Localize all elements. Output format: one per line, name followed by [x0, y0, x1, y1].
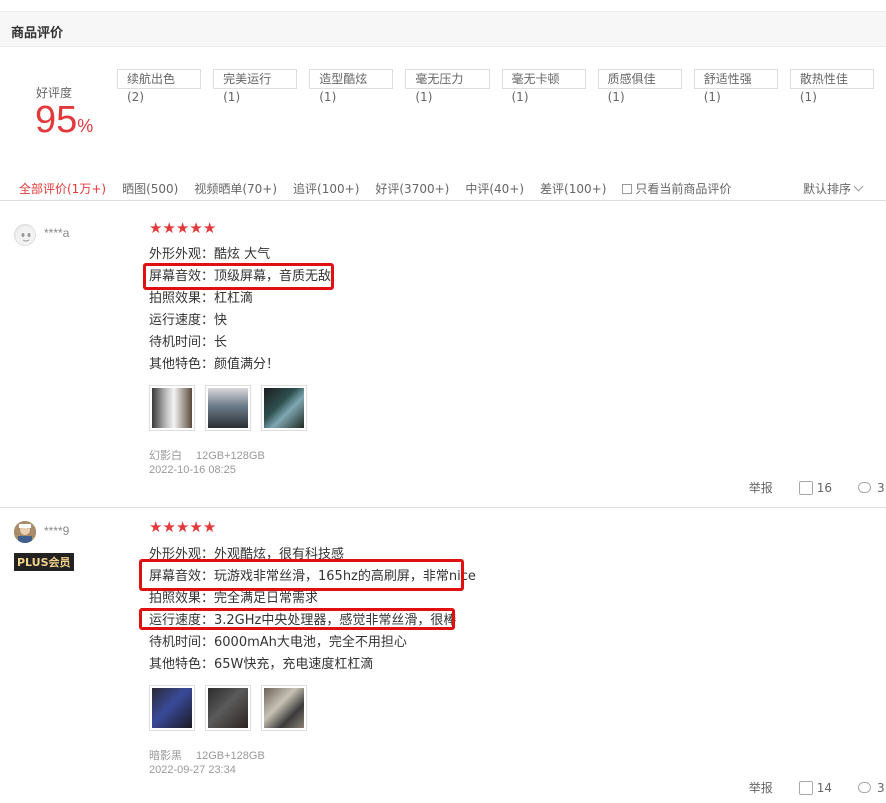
- review-photo[interactable]: [149, 685, 195, 731]
- only-current-label: 只看当前商品评价: [635, 182, 732, 196]
- review-line: 运行速度：快: [149, 313, 228, 328]
- comment-icon: [858, 482, 871, 493]
- highlight-box: [139, 608, 455, 630]
- comment-button[interactable]: 3: [858, 481, 886, 495]
- variant-color: 暗影黑: [149, 750, 182, 762]
- chevron-down-icon: [853, 181, 864, 192]
- star-icon: ★: [189, 518, 203, 536]
- review-date: 2022-09-27 23:34: [149, 764, 236, 776]
- review-item: ****a ★ ★ ★ ★ ★ 外形外观：酷炫 大气 屏幕音效：顶级屏幕，音质无敌 拍照…: [0, 202, 886, 508]
- photo-list: [149, 385, 317, 431]
- photo-list: [149, 685, 317, 731]
- comment-count: 3: [877, 780, 885, 795]
- star-icon: ★: [149, 518, 163, 536]
- review-photo[interactable]: [205, 685, 251, 731]
- tag[interactable]: 毫无压力(1): [405, 69, 490, 104]
- comment-icon: [858, 782, 871, 793]
- review-photo[interactable]: [205, 385, 251, 431]
- star-rating: ★ ★ ★ ★ ★: [149, 221, 216, 236]
- review-date: 2022-10-16 08:25: [149, 464, 236, 476]
- like-count: 14: [816, 780, 832, 795]
- plus-member-badge: PLUS会员: [14, 553, 74, 571]
- filter-videos[interactable]: 视频晒单(70+): [194, 180, 277, 197]
- tag-list: 续航出色(2) 完美运行(1) 造型酷炫(1) 毫无压力(1) 毫无卡顿(1) …: [117, 69, 886, 104]
- review-photo[interactable]: [149, 385, 195, 431]
- star-rating: ★ ★ ★ ★ ★: [149, 520, 216, 535]
- filter-photos[interactable]: 晒图(500): [122, 180, 178, 197]
- sort-label: 默认排序: [802, 182, 851, 196]
- checkbox-icon[interactable]: [622, 183, 633, 194]
- star-icon: ★: [202, 518, 217, 536]
- avatar[interactable]: [14, 521, 36, 543]
- filter-negative[interactable]: 差评(100+): [540, 180, 606, 197]
- review-line: 其他特色：65W快充，充电速度杠杠滴: [149, 657, 374, 672]
- only-current-checkbox[interactable]: 只看当前商品评价: [622, 180, 731, 197]
- variant-spec: 12GB+128GB: [196, 450, 265, 462]
- star-icon: ★: [175, 219, 190, 237]
- review-actions: 举报 16 3: [749, 479, 886, 496]
- like-count: 16: [816, 480, 832, 495]
- variant-color: 幻影白: [149, 450, 182, 462]
- tag[interactable]: 质感俱佳(1): [597, 69, 682, 104]
- review-line: 待机时间：6000mAh大电池，完全不用担心: [149, 635, 407, 650]
- star-icon: ★: [149, 219, 163, 237]
- star-icon: ★: [162, 219, 176, 237]
- product-variant: 幻影白 12GB+128GB: [149, 447, 265, 463]
- rating-unit: %: [77, 116, 94, 136]
- filter-followup[interactable]: 追评(100+): [293, 180, 359, 197]
- star-icon: ★: [162, 518, 176, 536]
- report-link[interactable]: 举报: [749, 779, 773, 796]
- thumbs-up-icon: [798, 480, 813, 495]
- tag[interactable]: 续航出色(2): [117, 69, 202, 104]
- star-icon: ★: [189, 219, 203, 237]
- filter-all[interactable]: 全部评价(1万+): [19, 180, 106, 197]
- rating-value: 95%: [35, 100, 93, 146]
- thumbs-up-icon: [798, 780, 813, 795]
- review-line: 待机时间：长: [149, 335, 228, 350]
- review-line: 拍照效果：完全满足日常需求: [149, 591, 319, 606]
- review-item: ****9 PLUS会员 ★ ★ ★ ★ ★ 外形外观：外观酷炫，很有科技感 屏幕音效：…: [0, 509, 886, 803]
- username: ****9: [44, 524, 70, 538]
- review-photo[interactable]: [261, 685, 307, 731]
- variant-spec: 12GB+128GB: [196, 750, 265, 762]
- like-button[interactable]: 14: [798, 780, 832, 795]
- sort-dropdown[interactable]: 默认排序: [802, 180, 864, 197]
- product-variant: 暗影黑 12GB+128GB: [149, 747, 265, 763]
- filter-neutral[interactable]: 中评(40+): [465, 180, 524, 197]
- tag[interactable]: 造型酷炫(1): [309, 69, 394, 104]
- comment-count: 3: [877, 480, 885, 495]
- tag[interactable]: 散热性佳(1): [789, 69, 874, 104]
- rating-number: 95: [35, 99, 78, 141]
- review-actions: 举报 14 3: [749, 779, 886, 796]
- tag[interactable]: 舒适性强(1): [693, 69, 778, 104]
- tag[interactable]: 毫无卡顿(1): [501, 69, 586, 104]
- username: ****a: [44, 226, 70, 240]
- like-button[interactable]: 16: [798, 480, 832, 495]
- section-title: 商品评价: [11, 26, 64, 41]
- tag[interactable]: 完美运行(1): [213, 69, 298, 104]
- star-icon: ★: [175, 518, 190, 536]
- review-line: 拍照效果：杠杠滴: [149, 291, 254, 306]
- highlight-box: [139, 559, 464, 591]
- report-link[interactable]: 举报: [749, 479, 773, 496]
- highlight-box: [143, 263, 334, 290]
- section-header: 商品评价: [0, 11, 886, 47]
- comment-button[interactable]: 3: [858, 781, 886, 795]
- avatar[interactable]: [14, 224, 36, 246]
- filter-bar: 全部评价(1万+) 晒图(500) 视频晒单(70+) 追评(100+) 好评(…: [0, 173, 886, 201]
- review-line: 其他特色：颜值满分！: [149, 357, 280, 372]
- filter-positive[interactable]: 好评(3700+): [375, 180, 449, 197]
- star-icon: ★: [202, 219, 217, 237]
- review-photo[interactable]: [261, 385, 307, 431]
